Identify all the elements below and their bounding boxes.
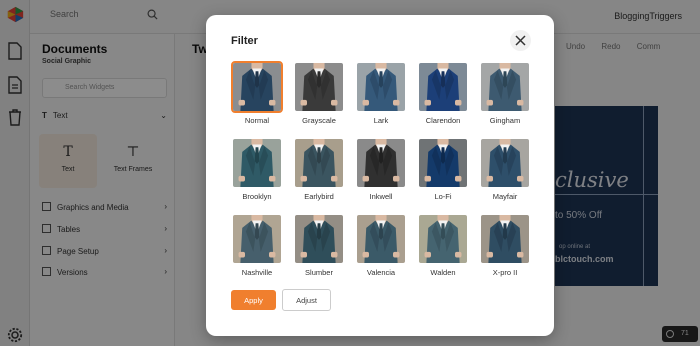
- filter-label: Normal: [244, 116, 270, 125]
- filter-option-earlybird[interactable]: Earlybird: [293, 137, 345, 201]
- apply-button[interactable]: Apply: [231, 290, 276, 310]
- filter-option-lo-fi[interactable]: Lo-Fi: [417, 137, 469, 201]
- filter-option-gingham[interactable]: Gingham: [479, 61, 531, 125]
- filter-label: Nashville: [241, 268, 273, 277]
- filter-label: Valencia: [366, 268, 396, 277]
- filter-label: Clarendon: [425, 116, 461, 125]
- filter-option-walden[interactable]: Walden: [417, 213, 469, 277]
- adjust-button[interactable]: Adjust: [282, 289, 331, 311]
- filter-label: Earlybird: [304, 192, 334, 201]
- close-icon: [515, 35, 526, 46]
- filter-thumbnail: [355, 137, 407, 189]
- filter-label: Brooklyn: [242, 192, 272, 201]
- filter-thumbnail: [417, 213, 469, 265]
- filter-thumbnail: [355, 213, 407, 265]
- filter-thumbnail: [417, 61, 469, 113]
- filter-option-brooklyn[interactable]: Brooklyn: [231, 137, 283, 201]
- filter-thumbnail: [417, 137, 469, 189]
- filter-label: Grayscale: [302, 116, 336, 125]
- filter-option-inkwell[interactable]: Inkwell: [355, 137, 407, 201]
- filter-option-nashville[interactable]: Nashville: [231, 213, 283, 277]
- filter-label: Slumber: [305, 268, 333, 277]
- filter-label: Walden: [430, 268, 456, 277]
- filter-label: X-pro II: [492, 268, 518, 277]
- filter-thumbnail: [231, 61, 283, 113]
- filter-thumbnail: [293, 213, 345, 265]
- filter-thumbnail: [231, 213, 283, 265]
- filter-option-slumber[interactable]: Slumber: [293, 213, 345, 277]
- filter-option-valencia[interactable]: Valencia: [355, 213, 407, 277]
- filter-option-normal[interactable]: Normal: [231, 61, 283, 125]
- close-button[interactable]: [510, 30, 531, 51]
- filter-label: Gingham: [489, 116, 521, 125]
- filter-thumbnail: [479, 61, 531, 113]
- filter-thumbnail: [293, 137, 345, 189]
- filter-label: Lo-Fi: [434, 192, 452, 201]
- filter-option-lark[interactable]: Lark: [355, 61, 407, 125]
- filter-thumbnail: [355, 61, 407, 113]
- filter-option-x-pro-ii[interactable]: X-pro II: [479, 213, 531, 277]
- filter-thumbnail: [293, 61, 345, 113]
- filter-label: Inkwell: [369, 192, 393, 201]
- filter-label: Lark: [373, 116, 389, 125]
- dialog-title: Filter: [231, 35, 258, 47]
- filter-thumbnail: [479, 213, 531, 265]
- filter-thumbnail: [231, 137, 283, 189]
- filter-option-mayfair[interactable]: Mayfair: [479, 137, 531, 201]
- filter-thumbnail: [479, 137, 531, 189]
- filter-option-clarendon[interactable]: Clarendon: [417, 61, 469, 125]
- filter-dialog: Filter Normal Grayscale Lark Clarendon Gingh…: [206, 15, 554, 336]
- filter-option-grayscale[interactable]: Grayscale: [293, 61, 345, 125]
- filter-label: Mayfair: [492, 192, 518, 201]
